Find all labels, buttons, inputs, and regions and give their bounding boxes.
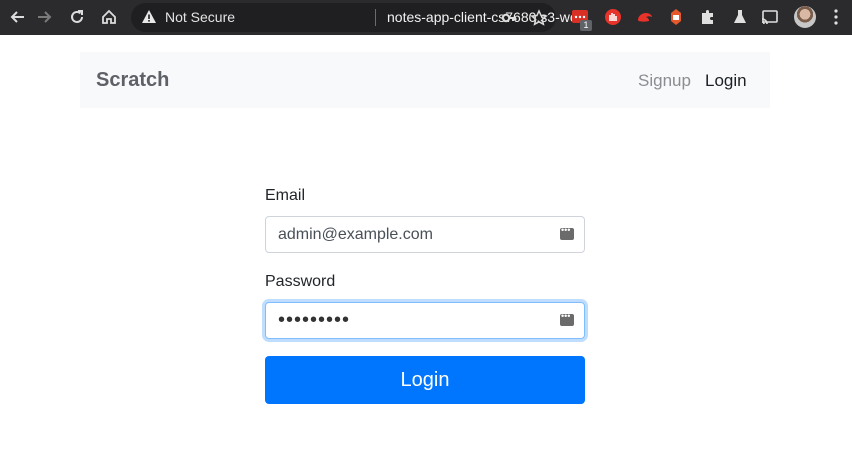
login-button[interactable]: Login	[265, 356, 585, 404]
app-navbar: Scratch Signup Login	[80, 52, 770, 108]
extension-icon[interactable]	[666, 7, 686, 27]
extension-icon[interactable]	[603, 7, 623, 27]
email-field[interactable]: admin@example.com	[265, 216, 585, 253]
login-link[interactable]: Login	[705, 71, 747, 91]
profile-avatar[interactable]	[794, 6, 816, 28]
browser-toolbar: Not Secure notes-app-client-cs7680.s3-we…	[0, 0, 852, 35]
address-bar[interactable]: Not Secure notes-app-client-cs7680.s3-we…	[131, 3, 589, 32]
forward-icon[interactable]	[32, 5, 56, 29]
back-icon[interactable]	[6, 5, 30, 29]
star-icon[interactable]	[530, 9, 548, 27]
home-icon[interactable]	[97, 5, 121, 29]
menu-icon[interactable]	[826, 7, 846, 27]
lab-flask-icon[interactable]	[730, 7, 750, 27]
email-value: admin@example.com	[278, 226, 433, 243]
puzzle-icon[interactable]	[698, 7, 718, 27]
password-label: Password	[265, 273, 336, 290]
email-label: Email	[265, 187, 306, 204]
password-field[interactable]: •••••••••	[265, 302, 585, 339]
security-label[interactable]: Not Secure	[165, 9, 235, 25]
password-manager-icon[interactable]	[560, 311, 574, 326]
reload-icon[interactable]	[65, 5, 89, 29]
brand-logo[interactable]: Scratch	[96, 69, 169, 92]
warning-icon[interactable]	[141, 9, 157, 28]
extension-badge: 1	[580, 20, 592, 31]
signup-link[interactable]: Signup	[638, 71, 691, 91]
key-icon[interactable]	[500, 9, 518, 27]
omnibox-divider	[375, 9, 376, 26]
cast-icon[interactable]	[760, 7, 780, 27]
password-manager-icon[interactable]	[560, 225, 574, 240]
password-mask: •••••••••	[278, 309, 351, 331]
extension-icon[interactable]	[635, 7, 655, 27]
